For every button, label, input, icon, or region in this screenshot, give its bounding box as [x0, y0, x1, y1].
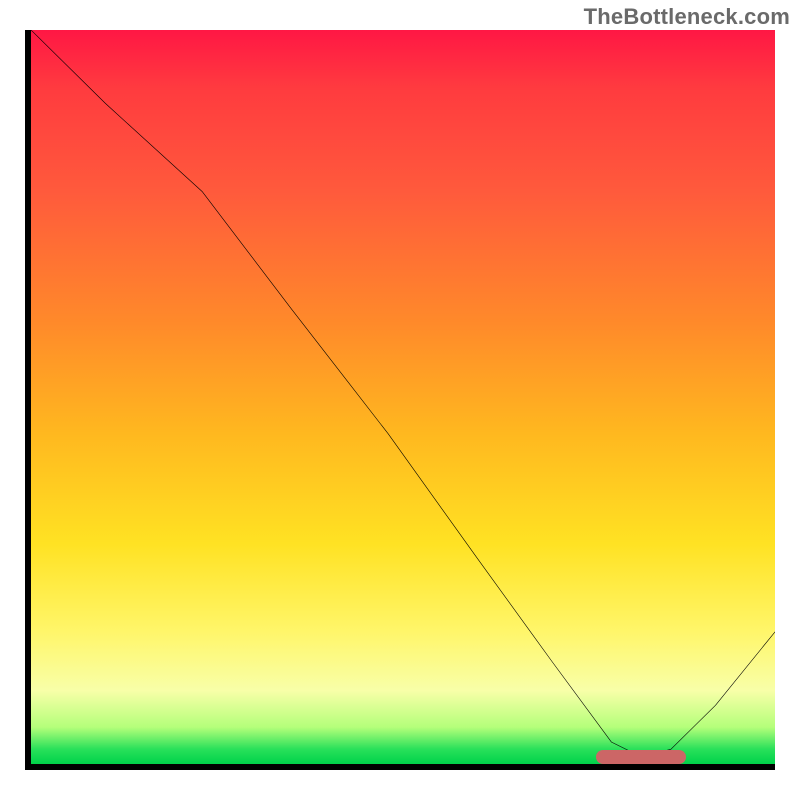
plot-area [25, 30, 775, 770]
curve-svg [31, 30, 775, 764]
bottleneck-curve-path [31, 30, 775, 757]
optimal-range-marker [596, 750, 685, 764]
attribution-label: TheBottleneck.com [584, 4, 790, 30]
chart-container: TheBottleneck.com [0, 0, 800, 800]
